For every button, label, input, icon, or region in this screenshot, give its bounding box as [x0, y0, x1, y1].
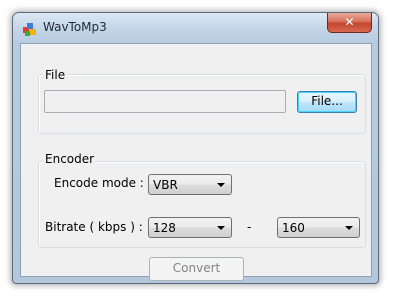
bitrate-max-value: 160: [282, 221, 305, 235]
chevron-down-icon: [217, 183, 225, 187]
convert-button[interactable]: Convert: [149, 257, 244, 281]
encode-mode-value: VBR: [153, 178, 178, 192]
file-path-field[interactable]: [44, 90, 286, 113]
bitrate-min-value: 128: [153, 221, 176, 235]
chevron-down-icon: [345, 226, 353, 230]
close-icon: ✕: [344, 15, 355, 29]
chevron-down-icon: [217, 226, 225, 230]
app-icon: [23, 23, 36, 36]
bitrate-min-select[interactable]: 128: [148, 217, 232, 238]
file-browse-button[interactable]: File...: [297, 91, 357, 113]
bitrate-max-select[interactable]: 160: [277, 217, 360, 238]
encoder-group-label: Encoder: [43, 152, 97, 166]
close-button[interactable]: ✕: [327, 13, 372, 33]
bitrate-separator: -: [247, 220, 252, 234]
encode-mode-select[interactable]: VBR: [148, 174, 232, 195]
encode-mode-label: Encode mode :: [54, 176, 144, 190]
title-bar[interactable]: WavToMp3 ✕: [13, 13, 378, 43]
window-title: WavToMp3: [43, 20, 107, 34]
file-group-label: File: [43, 68, 68, 82]
app-window: WavToMp3 ✕ File File... Encoder Encode m…: [12, 12, 379, 284]
bitrate-label: Bitrate ( kbps ) :: [45, 220, 143, 234]
client-area: File File... Encoder Encode mode : VBR B…: [20, 43, 372, 281]
